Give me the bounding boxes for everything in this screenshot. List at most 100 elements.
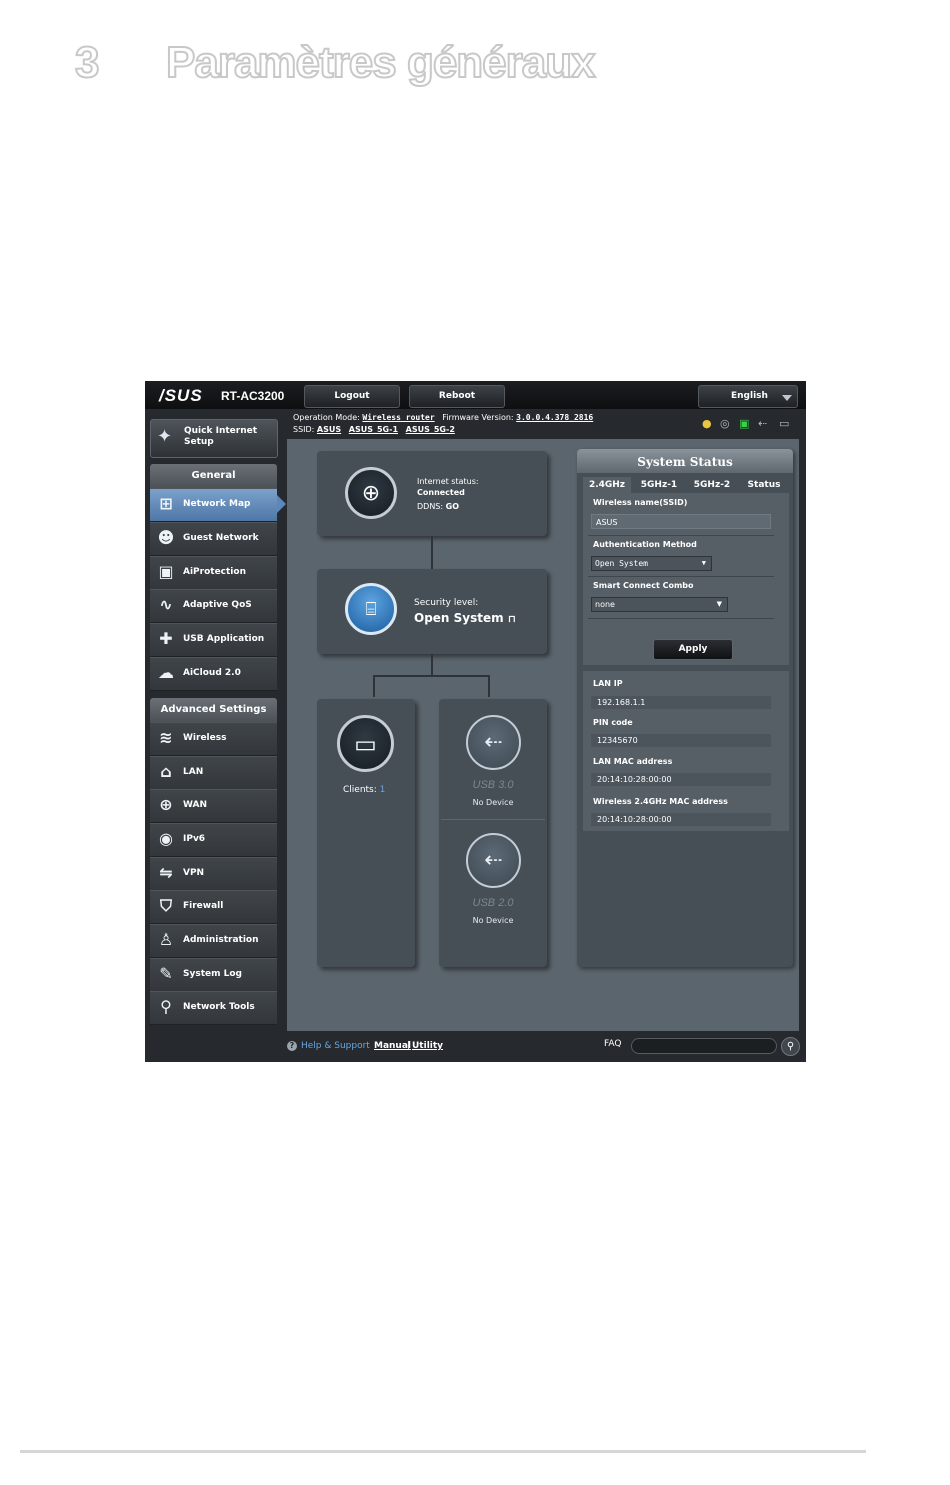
internet-status-label: Internet status: bbox=[417, 477, 479, 486]
sidebar-item-label: WAN bbox=[183, 800, 208, 810]
faq-label: FAQ bbox=[604, 1039, 622, 1049]
usb-3-label: USB 3.0 bbox=[472, 779, 514, 791]
home-icon: ⌂ bbox=[160, 762, 172, 781]
usb-3-icon[interactable]: ⇠ bbox=[466, 715, 521, 770]
clients-card[interactable]: ▭ Clients: 1 bbox=[317, 699, 415, 967]
auth-method-value: Open System bbox=[595, 559, 648, 568]
apply-button[interactable]: Apply bbox=[653, 639, 733, 660]
shield-icon: ⛉ bbox=[159, 896, 172, 915]
sidebar-item-label: Network Map bbox=[183, 499, 251, 509]
wireless-mac-label: Wireless 2.4GHz MAC address bbox=[593, 797, 728, 806]
sidebar-item-usb-application[interactable]: ✚ USB Application bbox=[150, 623, 277, 657]
sidebar-item-label: Firewall bbox=[183, 901, 224, 911]
sidebar-item-adaptive-qos[interactable]: ∿ Adaptive QoS bbox=[150, 589, 277, 623]
sidebar-item-guest-network[interactable]: ☻ Guest Network bbox=[150, 522, 277, 556]
language-select[interactable]: English bbox=[698, 385, 798, 408]
usb-icon[interactable]: ⇠ bbox=[758, 418, 767, 430]
general-header: General bbox=[150, 464, 277, 488]
ssid-link-2[interactable]: ASUS_5G-1 bbox=[349, 425, 398, 434]
ddns-value[interactable]: GO bbox=[446, 502, 459, 511]
quick-internet-setup-button[interactable]: ✦ Quick Internet Setup bbox=[150, 419, 278, 458]
clients-count[interactable]: 1 bbox=[380, 785, 386, 795]
auth-method-label: Authentication Method bbox=[593, 540, 697, 549]
printer-icon[interactable]: ▭ bbox=[779, 418, 789, 430]
info-bar: Operation Mode: Wireless router Firmware… bbox=[293, 412, 593, 436]
lan-ip-label: LAN IP bbox=[593, 679, 623, 688]
usb-3-status: No Device bbox=[472, 798, 514, 807]
network-icon[interactable]: ▣ bbox=[739, 418, 749, 430]
sidebar-item-label: IPv6 bbox=[183, 834, 206, 844]
internet-status-value: Connected bbox=[417, 488, 465, 497]
band-tabs: 2.4GHz 5GHz-1 5GHz-2 Status bbox=[583, 477, 789, 493]
system-status-panel: System Status 2.4GHz 5GHz-1 5GHz-2 Statu… bbox=[577, 449, 793, 967]
asus-logo: /SUS bbox=[159, 386, 203, 405]
internet-status-card[interactable]: ⊕ Internet status: Connected DDNS: GO bbox=[317, 451, 547, 536]
ddns-label: DDNS: bbox=[417, 502, 444, 511]
log-icon: ✎ bbox=[159, 964, 173, 983]
bulb-icon[interactable]: ● bbox=[702, 418, 712, 430]
faq-search-input[interactable] bbox=[631, 1038, 777, 1054]
sidebar-item-ipv6[interactable]: ◉ IPv6 bbox=[150, 823, 277, 857]
usb-2-icon[interactable]: ⇠ bbox=[466, 833, 521, 888]
sidebar-item-vpn[interactable]: ⇋ VPN bbox=[150, 857, 277, 891]
qos-icon: ∿ bbox=[159, 595, 173, 614]
tab-status[interactable]: Status bbox=[739, 477, 789, 493]
security-level-text: Open System bbox=[414, 611, 504, 625]
security-level-label: Security level: bbox=[414, 598, 479, 608]
sidebar-item-aiprotection[interactable]: ▣ AiProtection bbox=[150, 556, 277, 590]
ssid-field[interactable]: ASUS bbox=[591, 514, 771, 529]
connector-line bbox=[373, 675, 375, 697]
sidebar-item-lan[interactable]: ⌂ LAN bbox=[150, 756, 277, 790]
connector-line bbox=[431, 654, 433, 676]
utility-link[interactable]: Utility bbox=[412, 1041, 443, 1051]
firmware-link[interactable]: 3.0.0.4.378_2816 bbox=[516, 413, 593, 422]
auth-method-select[interactable]: Open System ▼ bbox=[591, 556, 712, 571]
clients-row: Clients: 1 bbox=[343, 785, 385, 795]
sidebar-item-label: AiCloud 2.0 bbox=[183, 668, 241, 678]
sidebar-item-administration[interactable]: ♙ Administration bbox=[150, 924, 277, 958]
router-web-ui: /SUS RT-AC3200 Logout Reboot English Ope… bbox=[145, 381, 806, 1062]
tab-5ghz-2[interactable]: 5GHz-2 bbox=[686, 477, 738, 493]
opmode-link[interactable]: Wireless router bbox=[362, 413, 434, 422]
reboot-button[interactable]: Reboot bbox=[409, 385, 505, 408]
tab-5ghz-1[interactable]: 5GHz-1 bbox=[633, 477, 685, 493]
chevron-down-icon: ▼ bbox=[701, 559, 706, 567]
users-icon[interactable]: ◎ bbox=[720, 418, 730, 430]
lan-ip-value: 192.168.1.1 bbox=[591, 696, 771, 709]
opmode-label: Operation Mode: bbox=[293, 413, 360, 422]
usb-2-status: No Device bbox=[472, 916, 514, 925]
sidebar-item-network-tools[interactable]: ⚲ Network Tools bbox=[150, 991, 277, 1025]
sidebar-item-wireless[interactable]: ≋ Wireless bbox=[150, 722, 277, 756]
ssid-link-1[interactable]: ASUS bbox=[317, 425, 341, 434]
sidebar-item-firewall[interactable]: ⛉ Firewall bbox=[150, 890, 277, 924]
monitor-icon: ▭ bbox=[337, 715, 394, 772]
divider bbox=[588, 535, 774, 536]
status-icons: ● ◎ ▣ ⇠ ▭ bbox=[700, 418, 800, 432]
sidebar-item-network-map[interactable]: ⊞ Network Map bbox=[150, 488, 277, 522]
sidebar-item-system-log[interactable]: ✎ System Log bbox=[150, 958, 277, 992]
security-level-value: Open System ⊓ bbox=[414, 611, 516, 625]
logout-button[interactable]: Logout bbox=[304, 385, 400, 408]
security-card[interactable]: ⌸ Security level: Open System ⊓ bbox=[317, 569, 547, 654]
manual-link[interactable]: Manual bbox=[374, 1041, 411, 1051]
tab-2-4ghz[interactable]: 2.4GHz bbox=[583, 477, 631, 493]
smart-connect-label: Smart Connect Combo bbox=[593, 581, 694, 590]
sidebar-item-label: Adaptive QoS bbox=[183, 600, 252, 610]
smart-connect-select[interactable]: none ▼ bbox=[591, 597, 728, 612]
puzzle-icon: ✚ bbox=[159, 629, 173, 648]
ssid-link-3[interactable]: ASUS_5G-2 bbox=[406, 425, 455, 434]
network-map-panel: ⊕ Internet status: Connected DDNS: GO ⌸ … bbox=[287, 439, 799, 1031]
sidebar-item-wan[interactable]: ⊕ WAN bbox=[150, 789, 277, 823]
sidebar-item-label: Wireless bbox=[183, 733, 227, 743]
wireless-settings-form: Wireless name(SSID) ASUS Authentication … bbox=[583, 493, 789, 665]
help-support-link[interactable]: Help & Support bbox=[301, 1041, 370, 1051]
sidebar-item-label: VPN bbox=[183, 868, 205, 878]
ipv6-icon: ◉ bbox=[159, 829, 173, 848]
search-icon[interactable]: ⚲ bbox=[781, 1037, 800, 1056]
unlock-icon: ⊓ bbox=[507, 614, 516, 625]
ssid-field-label: Wireless name(SSID) bbox=[593, 498, 688, 507]
link-separator: | bbox=[407, 1041, 411, 1051]
cloud-icon: ☁ bbox=[158, 663, 174, 682]
sidebar-item-aicloud[interactable]: ☁ AiCloud 2.0 bbox=[150, 657, 277, 691]
sidebar-item-label: Network Tools bbox=[183, 1002, 255, 1012]
